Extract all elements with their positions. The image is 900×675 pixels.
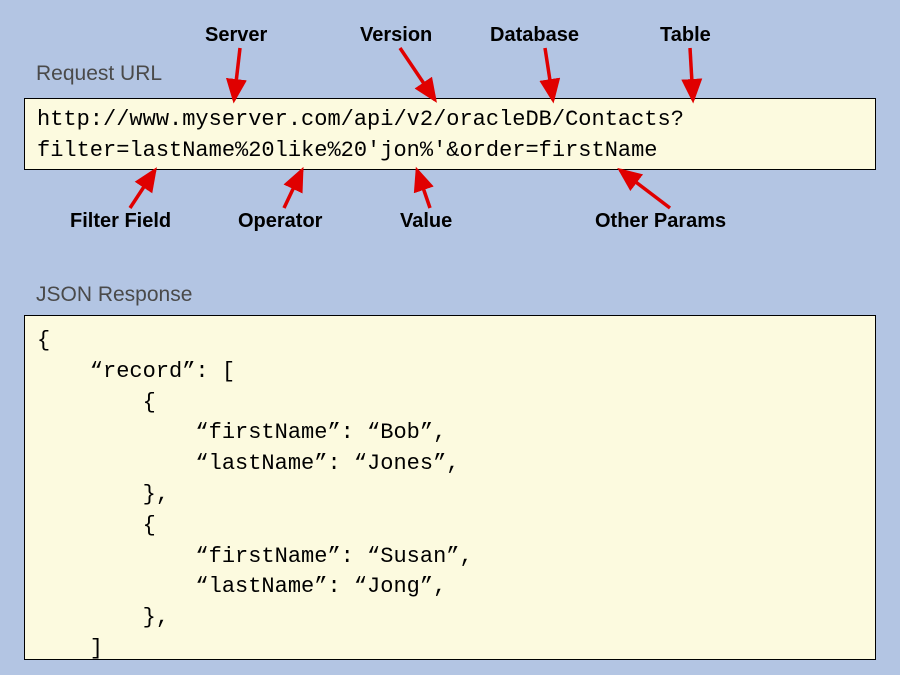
anno-value: Value <box>400 210 452 233</box>
anno-other-params: Other Params <box>595 210 726 233</box>
anno-filter-field: Filter Field <box>70 210 171 233</box>
anno-operator: Operator <box>238 210 322 233</box>
request-url-label: Request URL <box>36 62 162 86</box>
json-response-box: { “record”: [ { “firstName”: “Bob”, “las… <box>24 315 876 660</box>
url-line2: filter=lastName%20like%20'jon%'&order=fi… <box>37 138 658 163</box>
diagram-canvas: Request URL JSON Response http://www.mys… <box>0 0 900 675</box>
anno-version: Version <box>360 24 432 47</box>
url-line1: http://www.myserver.com/api/v2/oracleDB/… <box>37 107 684 132</box>
anno-database: Database <box>490 24 579 47</box>
json-response-label: JSON Response <box>36 283 192 307</box>
anno-server: Server <box>205 24 267 47</box>
anno-table: Table <box>660 24 711 47</box>
request-url-box: http://www.myserver.com/api/v2/oracleDB/… <box>24 98 876 170</box>
